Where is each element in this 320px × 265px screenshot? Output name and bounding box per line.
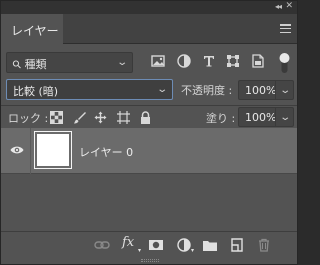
layer-thumbnail[interactable]	[34, 131, 72, 169]
layer-style-icon[interactable]: fx	[122, 235, 134, 250]
layer-name[interactable]: レイヤー 0	[79, 144, 133, 160]
new-group-icon[interactable]	[202, 237, 218, 253]
panel-tab-row: レイヤー	[1, 14, 297, 44]
search-icon: ⚲	[9, 57, 25, 72]
fill-field[interactable]: 100% ⌄	[238, 107, 294, 127]
chevron-down-icon: ⌄	[278, 85, 291, 96]
lock-image-pixels-icon[interactable]	[73, 111, 86, 124]
panel-menu-icon[interactable]	[280, 24, 291, 34]
fill-label[interactable]: 塗り :	[206, 110, 235, 126]
shape-layer-filter-icon[interactable]	[225, 53, 241, 69]
blend-mode-value: 比較 (暗)	[13, 85, 59, 98]
pixel-layer-filter-icon[interactable]	[150, 53, 166, 69]
panel-top-strip: ◂◂ ✕	[1, 1, 297, 14]
blend-mode-select[interactable]: 比較 (暗) ⌄	[6, 79, 173, 100]
opacity-value: 100%	[245, 84, 277, 97]
new-layer-icon[interactable]	[229, 237, 245, 253]
chevron-down-icon: ▾	[138, 247, 142, 254]
collapse-panel-icon[interactable]: ◂◂	[275, 2, 282, 11]
layers-panel: ◂◂ ✕ レイヤー ⚲ 種類 ⌄ 比較 (暗) ⌄ 不透明度: 100% ⌄ …	[0, 0, 298, 265]
close-panel-icon[interactable]: ✕	[285, 1, 293, 11]
chevron-down-icon: ⌄	[155, 84, 168, 95]
tab-layers[interactable]: レイヤー	[1, 14, 63, 44]
filter-toggle-switch[interactable]	[278, 52, 291, 74]
lock-artboard-icon[interactable]	[117, 111, 130, 124]
filter-kind-select[interactable]: ⚲ 種類 ⌄	[6, 52, 133, 73]
fill-value: 100%	[245, 111, 277, 124]
visibility-eye-icon[interactable]	[10, 145, 24, 155]
opacity-field[interactable]: 100% ⌄	[238, 80, 294, 100]
lock-all-icon[interactable]	[139, 111, 152, 124]
smart-object-filter-icon[interactable]	[250, 53, 266, 69]
adjustment-layer-filter-icon[interactable]	[176, 53, 192, 69]
link-layers-icon[interactable]	[94, 237, 110, 253]
chevron-down-icon: ⌄	[278, 112, 291, 123]
resize-grip[interactable]	[141, 259, 159, 262]
delete-layer-icon[interactable]	[256, 237, 272, 253]
tab-layers-label: レイヤー	[11, 24, 59, 38]
chevron-down-icon: ▾	[191, 247, 195, 254]
lock-transparent-pixels-icon[interactable]	[50, 111, 63, 124]
lock-position-icon[interactable]	[94, 111, 107, 124]
new-adjustment-layer-icon[interactable]	[176, 237, 192, 253]
add-mask-icon[interactable]	[148, 237, 164, 253]
opacity-label[interactable]: 不透明度 :	[181, 82, 232, 98]
divider	[1, 105, 297, 106]
chevron-down-icon: ⌄	[115, 57, 128, 68]
lock-label: ロック :	[8, 112, 49, 125]
filter-kind-label: 種類	[24, 58, 47, 71]
type-layer-filter-icon[interactable]	[201, 53, 217, 69]
